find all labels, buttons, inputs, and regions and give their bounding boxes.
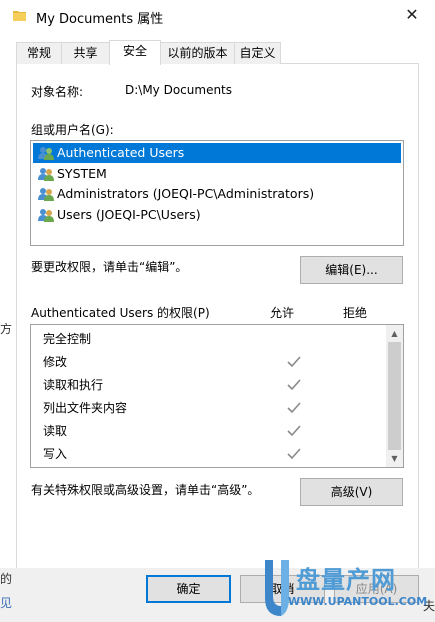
tab-label: 以前的版本 xyxy=(167,46,228,60)
watermark-logo-icon xyxy=(265,560,289,616)
permission-name: 修改 xyxy=(43,355,68,369)
tab-label: 常规 xyxy=(26,46,51,60)
window-title: My Documents 属性 xyxy=(36,12,164,27)
permission-row: 完全控制 xyxy=(43,328,383,350)
edit-hint: 要更改权限，请单击“编辑”。 xyxy=(31,260,188,274)
folder-icon xyxy=(13,11,26,21)
object-name-value: D:\My Documents xyxy=(125,83,233,97)
check-icon xyxy=(287,379,301,391)
watermark-brand: 盘量产网 xyxy=(296,566,396,594)
permission-row: 列出文件夹内容 xyxy=(43,397,383,419)
permission-row: 修改 xyxy=(43,351,383,373)
users-icon xyxy=(38,147,54,160)
title-bar: My Documents 属性 ✕ xyxy=(0,0,435,32)
groups-label: 组或用户名(G): xyxy=(31,123,114,137)
scroll-up-icon[interactable]: ▲ xyxy=(386,325,403,342)
watermark-url: WWW.UPANTOOL.COM xyxy=(288,595,428,608)
tab-general[interactable]: 常规 xyxy=(16,42,62,64)
group-item-system[interactable]: SYSTEM xyxy=(33,164,401,184)
object-name-label: 对象名称: xyxy=(31,85,84,99)
permission-name: 完全控制 xyxy=(43,332,92,346)
tab-label: 安全 xyxy=(122,44,147,58)
edit-button[interactable]: 编辑(E)... xyxy=(300,256,403,284)
group-item-administrators[interactable]: Administrators (JOEQI-PC\Administrators) xyxy=(33,184,401,204)
scroll-down-icon[interactable]: ▼ xyxy=(386,450,403,467)
group-name: Administrators (JOEQI-PC\Administrators) xyxy=(57,186,315,201)
background-text-fragment: 见 xyxy=(0,596,13,610)
group-item-users[interactable]: Users (JOEQI-PC\Users) xyxy=(33,205,401,225)
tab-customize[interactable]: 自定义 xyxy=(234,42,281,64)
check-icon xyxy=(287,448,301,460)
permissions-scrollbar[interactable]: ▲ ▼ xyxy=(386,325,403,467)
advanced-button[interactable]: 高级(V) xyxy=(300,478,403,506)
tab-label: 自定义 xyxy=(239,46,276,60)
users-icon xyxy=(38,209,54,222)
permission-name: 写入 xyxy=(43,447,68,461)
permission-name: 列出文件夹内容 xyxy=(43,401,128,415)
permission-name: 读取和执行 xyxy=(43,378,104,392)
permissions-list: 完全控制 修改 读取和执行 列出文件夹内容 读取 写入 ▲ ▼ xyxy=(30,324,404,468)
group-name: Users (JOEQI-PC\Users) xyxy=(57,207,201,222)
permission-row: 读取 xyxy=(43,420,383,442)
close-button[interactable]: ✕ xyxy=(400,4,424,26)
tab-label: 共享 xyxy=(73,46,98,60)
ok-button[interactable]: 确定 xyxy=(146,575,231,603)
tab-previous-versions[interactable]: 以前的版本 xyxy=(160,42,235,64)
group-name: Authenticated Users xyxy=(57,145,185,160)
check-icon xyxy=(287,356,301,368)
groups-list: Authenticated Users SYSTEM Administrator… xyxy=(30,140,404,246)
check-icon xyxy=(287,402,301,414)
background-text-fragment: 的 xyxy=(0,572,13,586)
permission-name: 读取 xyxy=(43,424,68,438)
tab-security[interactable]: 安全 xyxy=(109,40,161,65)
group-item-authenticated-users[interactable]: Authenticated Users xyxy=(33,143,401,163)
permission-row: 写入 xyxy=(43,443,383,465)
advanced-hint: 有关特殊权限或高级设置，请单击“高级”。 xyxy=(31,483,260,497)
users-icon xyxy=(38,168,54,181)
check-icon xyxy=(287,425,301,437)
allow-header: 允许 xyxy=(270,306,295,320)
group-name: SYSTEM xyxy=(57,166,107,181)
permission-row: 读取和执行 xyxy=(43,374,383,396)
close-icon: ✕ xyxy=(405,5,419,24)
tab-sharing[interactable]: 共享 xyxy=(61,42,110,64)
background-text-fragment: 方 xyxy=(0,322,13,336)
watermark: 盘量产网 WWW.UPANTOOL.COM xyxy=(262,558,430,620)
users-icon xyxy=(38,188,54,201)
scroll-thumb[interactable] xyxy=(388,342,401,450)
deny-header: 拒绝 xyxy=(343,306,368,320)
permissions-header: Authenticated Users 的权限(P) xyxy=(31,306,210,320)
